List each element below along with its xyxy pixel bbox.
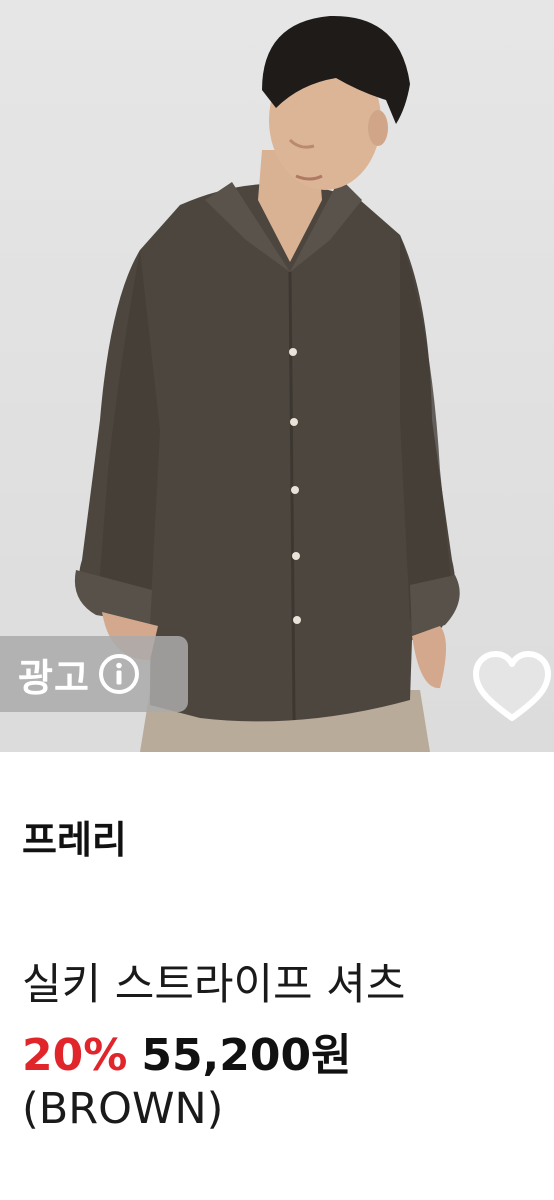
sale-price: 55,200원 [141,1030,352,1081]
product-title-line: (BROWN) [22,1084,224,1134]
ad-label: 광고 [18,655,90,700]
product-card[interactable]: 광고 프레리 실키 스트라이프 셔츠 (BROWN) 20% 55,200원 [0,0,554,1200]
heart-outline-icon[interactable] [470,646,554,726]
ad-badge[interactable]: 광고 [0,636,188,712]
info-icon[interactable] [98,653,140,695]
brand-name[interactable]: 프레리 [22,818,127,862]
discount-rate: 20% [22,1030,128,1081]
product-title-line: 실키 스트라이프 셔츠 [22,960,406,1010]
price-row: 20% 55,200원 [22,1028,352,1084]
